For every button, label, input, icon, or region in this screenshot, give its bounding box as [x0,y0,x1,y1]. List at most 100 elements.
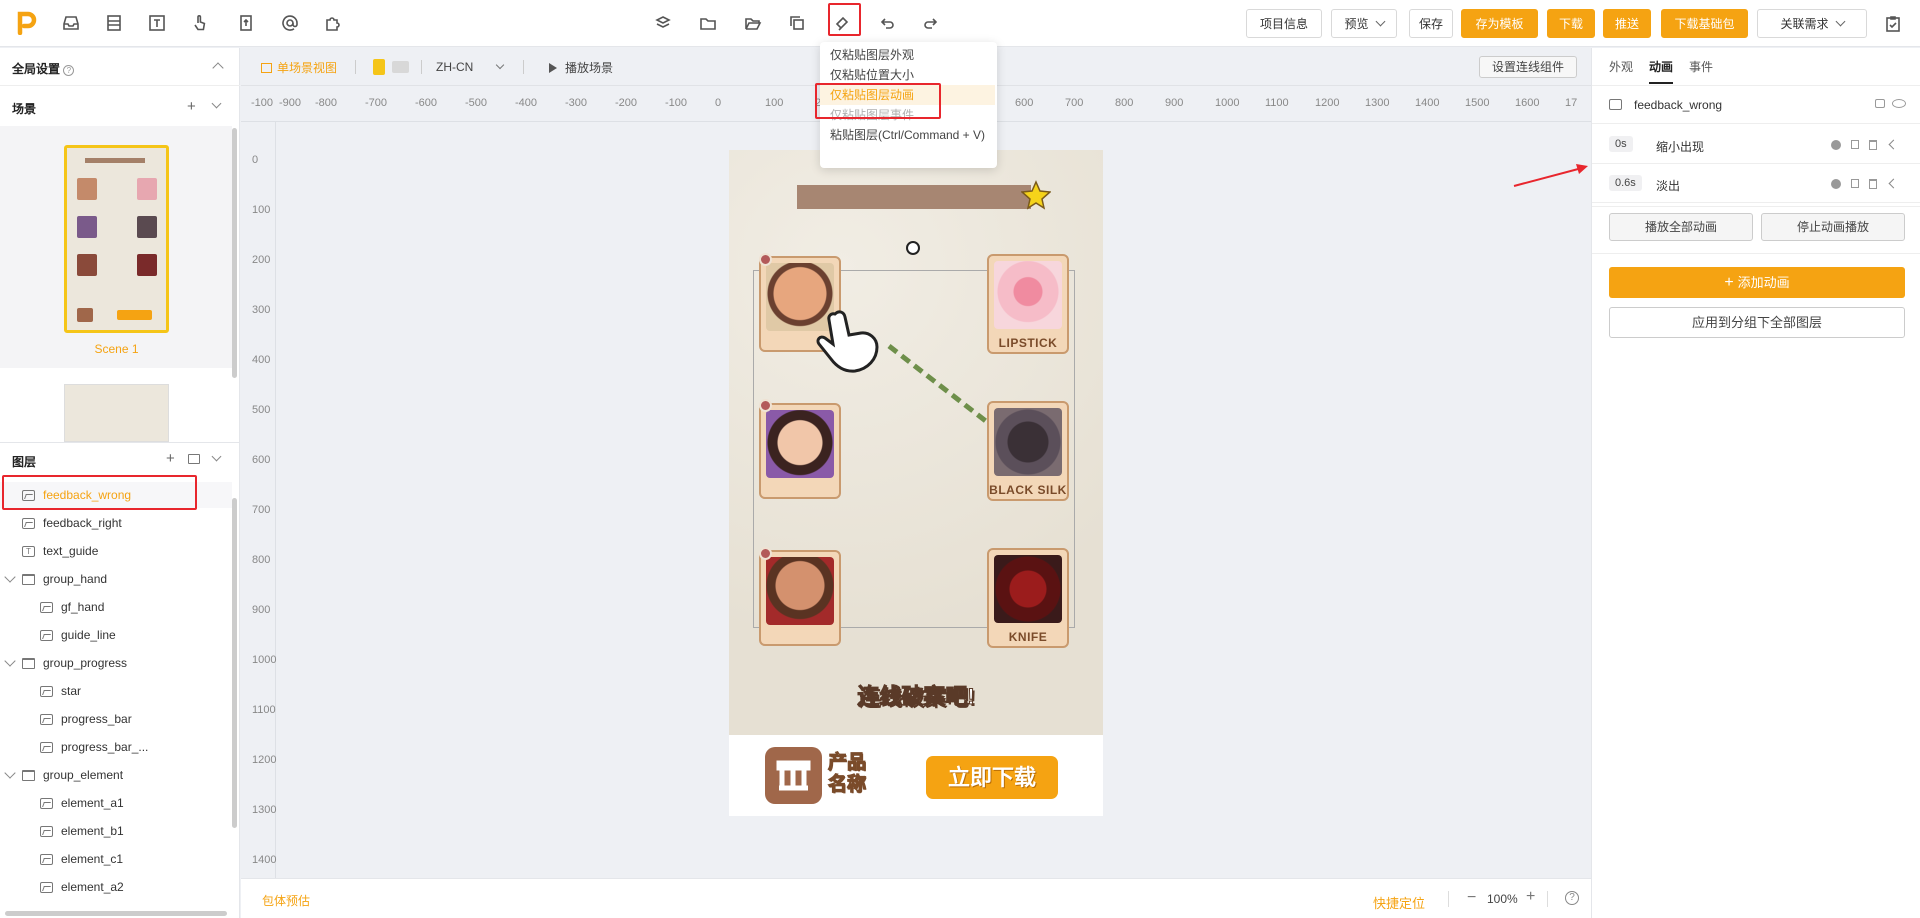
set-link-component-button[interactable]: 设置连线组件 [1479,56,1577,78]
paste-menu-item[interactable]: 仅粘贴位置大小 [820,65,995,85]
layer-item[interactable]: feedback_right [0,510,232,536]
download-now-button[interactable]: 立即下载 [926,756,1058,799]
ruler-x-tick: 100 [765,97,784,109]
help-icon[interactable]: ? [1565,891,1579,905]
layout-icon[interactable] [101,10,127,36]
play-animation-icon[interactable] [1831,140,1841,150]
play-animation-icon[interactable] [1831,179,1841,189]
layer-item[interactable]: gf_hand [0,594,232,620]
divider [0,442,240,443]
copy-animation-icon[interactable] [1851,179,1859,188]
chevron-left-icon[interactable] [1888,178,1899,189]
layer-item[interactable]: element_c1 [0,846,232,872]
theme-gray-swatch[interactable] [392,61,409,73]
chevron-down-icon[interactable] [211,451,222,462]
animation-item[interactable]: 0s 缩小出现 [1592,126,1920,164]
folder-open-icon[interactable] [740,10,766,36]
play-all-animations-button[interactable]: 播放全部动画 [1609,213,1753,241]
chevron-down-icon[interactable] [211,98,222,109]
stop-animation-button[interactable]: 停止动画播放 [1761,213,1905,241]
apply-to-group-button[interactable]: 应用到分组下全部图层 [1609,307,1905,338]
undo-icon[interactable] [874,10,900,36]
guide-line[interactable] [729,150,1103,735]
help-icon[interactable]: ? [63,65,75,76]
text-tool-icon[interactable] [144,10,170,36]
eye-icon[interactable] [1892,99,1906,108]
inbox-icon[interactable] [58,10,84,36]
copy-icon[interactable] [784,10,810,36]
chevron-down-icon[interactable] [4,767,16,779]
property-tabs: 外观 动画 事件 [1609,58,1729,84]
tab-0[interactable]: 外观 [1609,58,1633,84]
download-button[interactable]: 下载 [1547,9,1595,38]
app-logo[interactable] [16,11,38,36]
zoom-in-button[interactable]: + [1526,888,1535,906]
left-scrollbar[interactable] [232,128,237,378]
view-mode-button[interactable]: 单场景视图 [261,59,337,76]
layer-item-label: element_a2 [61,880,124,894]
bundle-size-estimate-link[interactable]: 包体预估 [262,892,310,909]
chevron-down-icon[interactable] [4,571,16,583]
layer-item[interactable]: star [0,678,232,704]
upload-file-icon[interactable] [233,10,259,36]
at-mention-icon[interactable] [277,10,303,36]
chevron-up-icon[interactable] [212,62,224,74]
layers-scrollbar[interactable] [232,498,237,828]
save-button[interactable]: 保存 [1409,9,1453,38]
hand-cursor-icon[interactable] [815,308,885,374]
zoom-out-button[interactable]: − [1467,889,1476,907]
quick-locate-link[interactable]: 快捷定位 [1373,893,1425,912]
layers-hscrollbar[interactable] [5,911,227,916]
project-info-button[interactable]: 项目信息 [1246,9,1322,38]
redo-icon[interactable] [918,10,944,36]
add-layer-icon[interactable]: + [166,450,175,467]
layer-item[interactable]: element_a2 [0,874,232,900]
add-scene-icon[interactable]: + [187,98,196,115]
layer-item[interactable]: progress_bar [0,706,232,732]
new-folder-icon[interactable] [188,454,200,464]
vertical-ruler: 0 100 200 300 400 500 600 700 800 900 1000 1100 1200… [241,122,276,878]
plugin-icon[interactable] [320,10,346,36]
push-button[interactable]: 推送 [1603,9,1651,38]
save-template-button[interactable]: 存为模板 [1461,9,1538,38]
related-requirements-label: 关联需求 [1780,17,1829,31]
paste-menu-item[interactable]: 粘贴图层(Ctrl/Command + V) [820,125,995,145]
layer-item[interactable]: group_hand [0,566,232,592]
folder-icon[interactable] [695,10,721,36]
hand-pointer-icon[interactable] [187,10,213,36]
play-scene-button[interactable]: 播放场景 [549,59,613,76]
animation-item[interactable]: 0.6s 淡出 [1592,165,1920,203]
chevron-down-icon[interactable] [4,655,16,667]
paste-menu-item[interactable]: 仅粘贴图层外观 [820,45,995,65]
tab-1[interactable]: 动画 [1649,58,1674,84]
lock-icon[interactable] [1875,99,1885,108]
layer-item[interactable]: guide_line [0,622,232,648]
layer-item[interactable]: progress_bar_... [0,734,232,760]
chevron-down-icon [496,60,505,70]
related-requirements-dropdown[interactable]: 关联需求 [1757,9,1867,38]
guide-text[interactable]: 连线破案吧! [729,679,1103,711]
copy-animation-icon[interactable] [1851,140,1859,149]
layer-item[interactable]: element_a1 [0,790,232,816]
task-checklist-icon[interactable] [1880,11,1906,37]
scene-thumbnail-1[interactable] [64,145,169,333]
tab-2[interactable]: 事件 [1689,58,1713,84]
theme-color-swatch[interactable] [373,59,385,75]
product-logo[interactable] [765,747,822,804]
layer-item[interactable]: group_element [0,762,232,788]
delete-animation-icon[interactable] [1869,179,1877,189]
zoom-level[interactable]: 100% [1487,892,1518,906]
language-select[interactable]: ZH-CN [436,60,511,74]
download-base-button[interactable]: 下载基础包 [1661,9,1748,38]
design-canvas[interactable]: LIPSTICK BLACK SILK KNIFE 连线破案吧! 产品 名称 立… [729,150,1103,816]
add-animation-button[interactable]: + 添加动画 [1609,267,1905,298]
layer-item[interactable]: group_progress [0,650,232,676]
global-settings-title[interactable]: 全局设置 ? [12,60,75,77]
chevron-left-icon[interactable] [1888,139,1899,150]
delete-animation-icon[interactable] [1869,140,1877,150]
scene-thumbnail-2[interactable] [64,384,169,442]
layers-icon[interactable] [650,10,676,36]
preview-dropdown[interactable]: 预览 [1331,9,1397,38]
layer-item[interactable]: Ttext_guide [0,538,232,564]
layer-item[interactable]: element_b1 [0,818,232,844]
